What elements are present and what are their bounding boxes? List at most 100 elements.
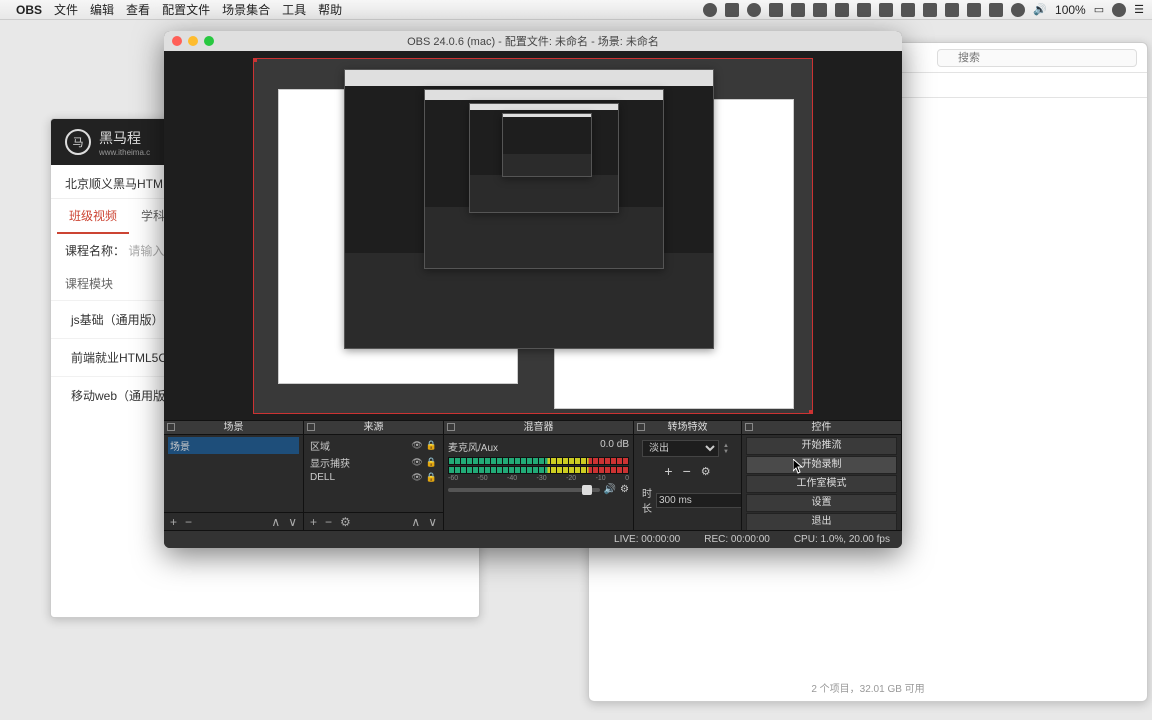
scene-item[interactable]: 场景: [168, 437, 299, 454]
status-icon[interactable]: [769, 3, 783, 17]
status-icon[interactable]: [857, 3, 871, 17]
remove-source-button[interactable]: −: [325, 515, 332, 529]
status-rec: REC: 00:00:00: [704, 534, 770, 545]
add-scene-button[interactable]: +: [170, 515, 177, 529]
menu-profiles[interactable]: 配置文件: [162, 1, 210, 18]
app-name[interactable]: OBS: [16, 3, 42, 17]
menu-view[interactable]: 查看: [126, 1, 150, 18]
status-live: LIVE: 00:00:00: [614, 534, 680, 545]
status-icon[interactable]: [1011, 3, 1025, 17]
audio-meter: [448, 466, 629, 474]
tab-class-video[interactable]: 班级视频: [57, 199, 129, 234]
course-label: 课程名称：: [65, 244, 125, 258]
move-down-button[interactable]: ∨: [428, 515, 437, 529]
logo-icon: 马: [65, 129, 91, 155]
add-source-button[interactable]: +: [310, 515, 317, 529]
obs-titlebar[interactable]: OBS 24.0.6 (mac) - 配置文件: 未命名 - 场景: 未命名: [164, 31, 902, 51]
macos-menubar: OBS 文件 编辑 查看 配置文件 场景集合 工具 帮助 🔊 100% ▭ ☰: [0, 0, 1152, 20]
finder-search-input[interactable]: [937, 49, 1137, 67]
source-item[interactable]: 区域👁🔒: [308, 437, 439, 454]
dock-header-controls[interactable]: 控件: [742, 421, 901, 435]
source-item[interactable]: 显示捕获👁🔒: [308, 454, 439, 471]
obs-preview[interactable]: [164, 51, 902, 420]
remove-transition-button[interactable]: −: [683, 463, 691, 479]
visibility-icon[interactable]: 👁: [411, 440, 422, 451]
lock-icon[interactable]: 🔒: [426, 440, 437, 451]
window-title: OBS 24.0.6 (mac) - 配置文件: 未命名 - 场景: 未命名: [164, 33, 902, 49]
chevron-down-icon[interactable]: ▼: [723, 449, 733, 455]
remove-scene-button[interactable]: −: [185, 515, 192, 529]
menu-extra-icon[interactable]: ☰: [1134, 3, 1144, 16]
status-icon[interactable]: [923, 3, 937, 17]
speaker-icon[interactable]: 🔊: [604, 484, 616, 495]
menubar-right: 🔊 100% ▭ ☰: [703, 3, 1144, 17]
lock-icon[interactable]: 🔒: [426, 457, 437, 468]
dock-header-scenes[interactable]: 场景: [164, 421, 303, 435]
menu-scene-collections[interactable]: 场景集合: [222, 1, 270, 18]
transition-settings-button[interactable]: ⚙: [701, 465, 711, 478]
battery-percent: 100%: [1055, 3, 1086, 17]
dock-header-mixer[interactable]: 混音器: [444, 421, 633, 435]
menu-edit[interactable]: 编辑: [90, 1, 114, 18]
popout-icon[interactable]: [745, 423, 753, 431]
dock-scenes: 场景 场景 + − ∧ ∨: [164, 421, 304, 530]
dock-header-sources[interactable]: 来源: [304, 421, 443, 435]
duration-label: 时长: [642, 485, 652, 515]
status-icon[interactable]: [967, 3, 981, 17]
mixer-channel-name: 麦克风/Aux: [448, 439, 498, 454]
status-icon[interactable]: [945, 3, 959, 17]
dock-sources: 来源 区域👁🔒 显示捕获👁🔒 DELL👁🔒 + − ⚙ ∧ ∨: [304, 421, 444, 530]
status-icon[interactable]: [901, 3, 915, 17]
menu-help[interactable]: 帮助: [318, 1, 342, 18]
add-transition-button[interactable]: +: [664, 463, 672, 479]
obs-window: OBS 24.0.6 (mac) - 配置文件: 未命名 - 场景: 未命名 场…: [164, 31, 902, 548]
status-icon[interactable]: [747, 3, 761, 17]
volume-icon[interactable]: 🔊: [1033, 3, 1047, 16]
logo-sub: www.itheima.c: [99, 148, 150, 157]
status-icon[interactable]: [835, 3, 849, 17]
transition-select[interactable]: 淡出: [642, 440, 719, 457]
status-icon[interactable]: [989, 3, 1003, 17]
status-icon[interactable]: [791, 3, 805, 17]
meter-ticks: -60-50-40-30-20-100: [448, 475, 629, 482]
preview-canvas[interactable]: [253, 58, 813, 414]
obs-statusbar: LIVE: 00:00:00 REC: 00:00:00 CPU: 1.0%, …: [164, 530, 902, 548]
audio-meter: [448, 457, 629, 465]
dock-header-transitions[interactable]: 转场特效: [634, 421, 741, 435]
logo-text: 黑马程: [99, 128, 150, 148]
status-icon[interactable]: [813, 3, 827, 17]
battery-icon: ▭: [1094, 3, 1104, 16]
popout-icon[interactable]: [167, 423, 175, 431]
dock-transitions: 转场特效 淡出 ▲▼ + − ⚙ 时长 ▲▼: [634, 421, 742, 530]
popout-icon[interactable]: [307, 423, 315, 431]
move-up-button[interactable]: ∧: [411, 515, 420, 529]
source-item[interactable]: DELL👁🔒: [308, 471, 439, 484]
popout-icon[interactable]: [637, 423, 645, 431]
status-cpu: CPU: 1.0%, 20.00 fps: [794, 534, 890, 545]
visibility-icon[interactable]: 👁: [411, 457, 422, 468]
dock-controls: 控件 开始推流 开始录制 工作室模式 设置 退出: [742, 421, 902, 530]
lock-icon[interactable]: 🔒: [426, 472, 437, 483]
start-recording-button[interactable]: 开始录制: [746, 456, 897, 474]
status-icon[interactable]: [725, 3, 739, 17]
dock-mixer: 混音器 麦克风/Aux0.0 dB -60-50-40-30-20-100 🔊 …: [444, 421, 634, 530]
status-icon[interactable]: [703, 3, 717, 17]
move-down-button[interactable]: ∨: [288, 515, 297, 529]
visibility-icon[interactable]: 👁: [411, 472, 422, 483]
finder-status: 2 个项目，32.01 GB 可用: [589, 680, 1147, 695]
obs-docks: 场景 场景 + − ∧ ∨ 来源 区域👁🔒 显示捕获👁🔒 DELL👁🔒 +: [164, 420, 902, 530]
status-icon[interactable]: [879, 3, 893, 17]
start-streaming-button[interactable]: 开始推流: [746, 437, 897, 455]
volume-slider[interactable]: [448, 488, 600, 492]
studio-mode-button[interactable]: 工作室模式: [746, 475, 897, 493]
exit-button[interactable]: 退出: [746, 513, 897, 530]
gear-icon[interactable]: ⚙: [620, 484, 629, 495]
source-settings-button[interactable]: ⚙: [340, 515, 351, 529]
menu-tools[interactable]: 工具: [282, 1, 306, 18]
move-up-button[interactable]: ∧: [271, 515, 280, 529]
clock-icon[interactable]: [1112, 3, 1126, 17]
menu-file[interactable]: 文件: [54, 1, 78, 18]
settings-button[interactable]: 设置: [746, 494, 897, 512]
popout-icon[interactable]: [447, 423, 455, 431]
duration-input[interactable]: [656, 493, 741, 508]
